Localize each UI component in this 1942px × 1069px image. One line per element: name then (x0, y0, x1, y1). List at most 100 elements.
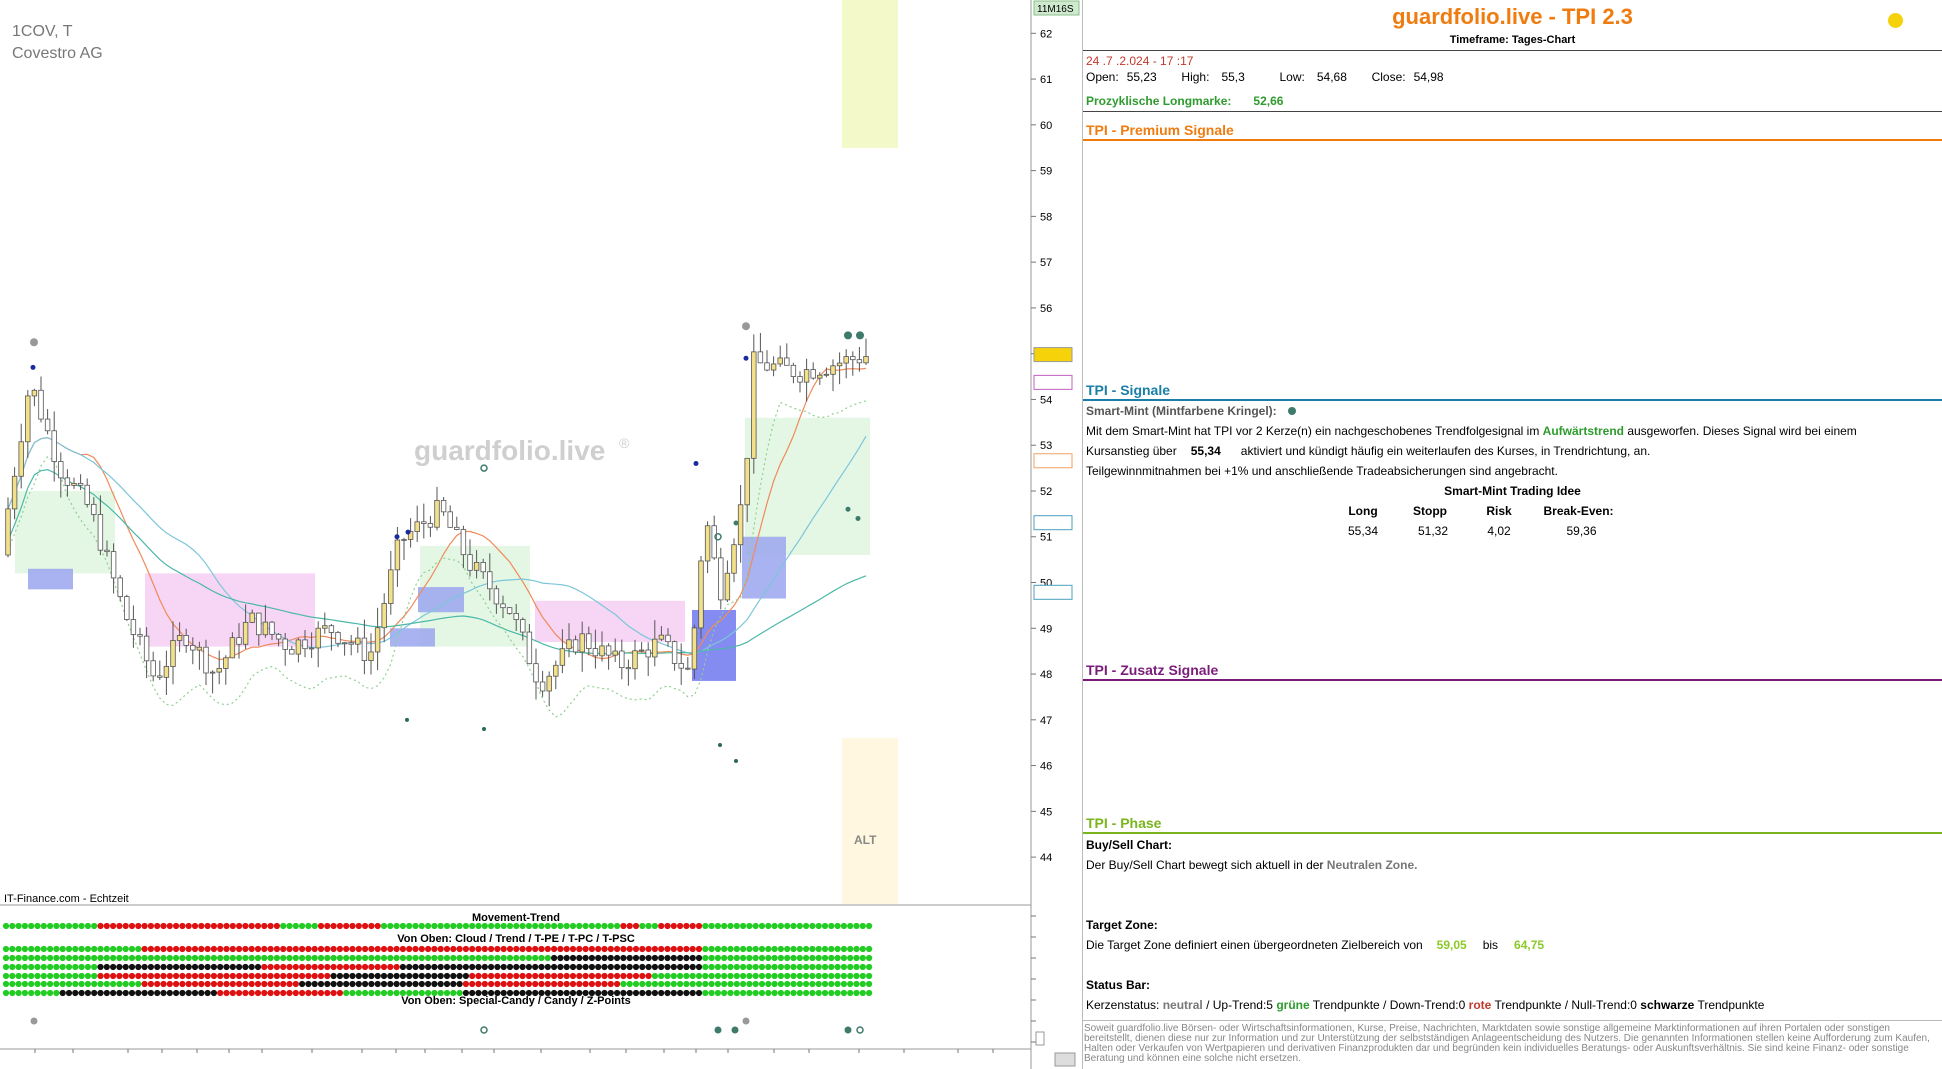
trend-dot (557, 963, 564, 971)
price-tick-label: 51 (1040, 532, 1052, 544)
trend-dot (229, 963, 236, 971)
trend-dot (746, 922, 753, 930)
trend-dot (525, 922, 533, 930)
trend-dot (506, 989, 514, 997)
trend-dot (538, 922, 545, 930)
smart-mint-dot-icon (1288, 407, 1297, 415)
trend-dot (425, 954, 432, 962)
trend-dot (632, 945, 640, 953)
trend-dot (645, 989, 652, 997)
trend-dot (582, 954, 589, 962)
trend-dot (336, 989, 343, 997)
trend-dot (324, 954, 331, 962)
trend-dot (651, 972, 659, 980)
trend-dot (418, 954, 425, 962)
small-mint-dot (733, 520, 739, 526)
trend-dot (670, 954, 677, 962)
candle-body (586, 633, 592, 649)
trend-dot (525, 945, 533, 953)
price-chart[interactable]: 1COV, T Covestro AG guardfolio.live ® IT… (0, 0, 1082, 1069)
trend-dot (721, 963, 728, 971)
trend-dot (223, 963, 230, 971)
trend-dot (34, 954, 41, 962)
trend-dot (431, 922, 438, 930)
trend-dot (740, 954, 747, 962)
trend-dot (374, 980, 381, 988)
small-dark-dot (482, 726, 486, 731)
trend-dot (343, 963, 350, 971)
trend-dot (179, 922, 186, 930)
status-title: Status Bar: (1086, 978, 1151, 992)
trend-dot (336, 972, 343, 980)
trend-dot (2, 980, 10, 988)
trend-dot (519, 954, 526, 962)
indicator-axis (1031, 915, 1036, 1043)
trend-dot (91, 922, 98, 930)
trend-dot (292, 963, 299, 971)
scale-button[interactable] (1054, 1052, 1076, 1067)
trend-dot (84, 980, 91, 988)
trend-dot (273, 954, 280, 962)
phase-title: TPI - Phase (1086, 815, 1162, 831)
trend-dot (299, 945, 306, 953)
trend-dot (859, 954, 866, 962)
trend-dot (443, 954, 451, 962)
trend-dot (803, 954, 810, 962)
trend-dot (821, 989, 829, 997)
candle-body (170, 640, 176, 667)
zoom-button[interactable] (1035, 1031, 1045, 1046)
small-mint-dot (845, 506, 851, 512)
trend-dot (248, 922, 255, 930)
trend-dot (305, 945, 312, 953)
trend-dot (796, 980, 803, 988)
trend-dot (9, 963, 16, 971)
trend-dot (59, 980, 66, 988)
candle-body (216, 668, 222, 673)
price-axis: 62616059585756555453525150494847464544 (1031, 28, 1052, 864)
candle-body (751, 351, 757, 459)
zusatz-title: TPI - Zusatz Signale (1086, 662, 1219, 678)
trend-dot (286, 972, 293, 980)
trend-dot (425, 945, 432, 953)
trend-dot (777, 922, 785, 930)
trend-dot (160, 972, 167, 980)
candle-body (137, 634, 143, 637)
rows-title-2: Von Oben: Special-Candy / Candy / Z-Poin… (401, 995, 631, 1007)
trend-dot (103, 922, 110, 930)
trend-dot (481, 954, 488, 962)
trend-dot (721, 972, 728, 980)
trend-dot (242, 922, 249, 930)
target-row: Die Target Zone definiert einen übergeor… (1086, 938, 1544, 952)
trend-dot (210, 980, 217, 988)
trend-dot (311, 922, 318, 930)
trend-dot (683, 963, 690, 971)
smart-mint-line1: Mit dem Smart-Mint hat TPI vor 2 Kerze(n… (1086, 424, 1857, 438)
trend-dot (840, 972, 848, 980)
candle-body (51, 430, 57, 462)
trend-dot (229, 945, 236, 953)
trend-dot (103, 989, 110, 997)
trend-dot (147, 963, 154, 971)
trend-dot (702, 972, 709, 980)
trend-dot (859, 989, 866, 997)
trend-dot (494, 922, 501, 930)
trend-dot (431, 980, 438, 988)
trend-dot (242, 972, 249, 980)
trend-dot (47, 954, 54, 962)
trend-dot (658, 972, 665, 980)
high-label: High: (1181, 70, 1210, 84)
trend-dot (191, 954, 199, 962)
trend-dot (771, 980, 778, 988)
trend-dot (847, 945, 854, 953)
trend-dot (311, 954, 318, 962)
alt-label: ALT (854, 833, 877, 847)
price-tick-label: 47 (1040, 715, 1052, 727)
candle-body (104, 549, 110, 553)
trend-dot (223, 989, 230, 997)
trend-dot (362, 989, 369, 997)
trend-dot (9, 989, 16, 997)
trend-dot (103, 954, 110, 962)
trend-dot (166, 954, 173, 962)
trend-dot (632, 972, 640, 980)
candle-body (150, 660, 156, 677)
